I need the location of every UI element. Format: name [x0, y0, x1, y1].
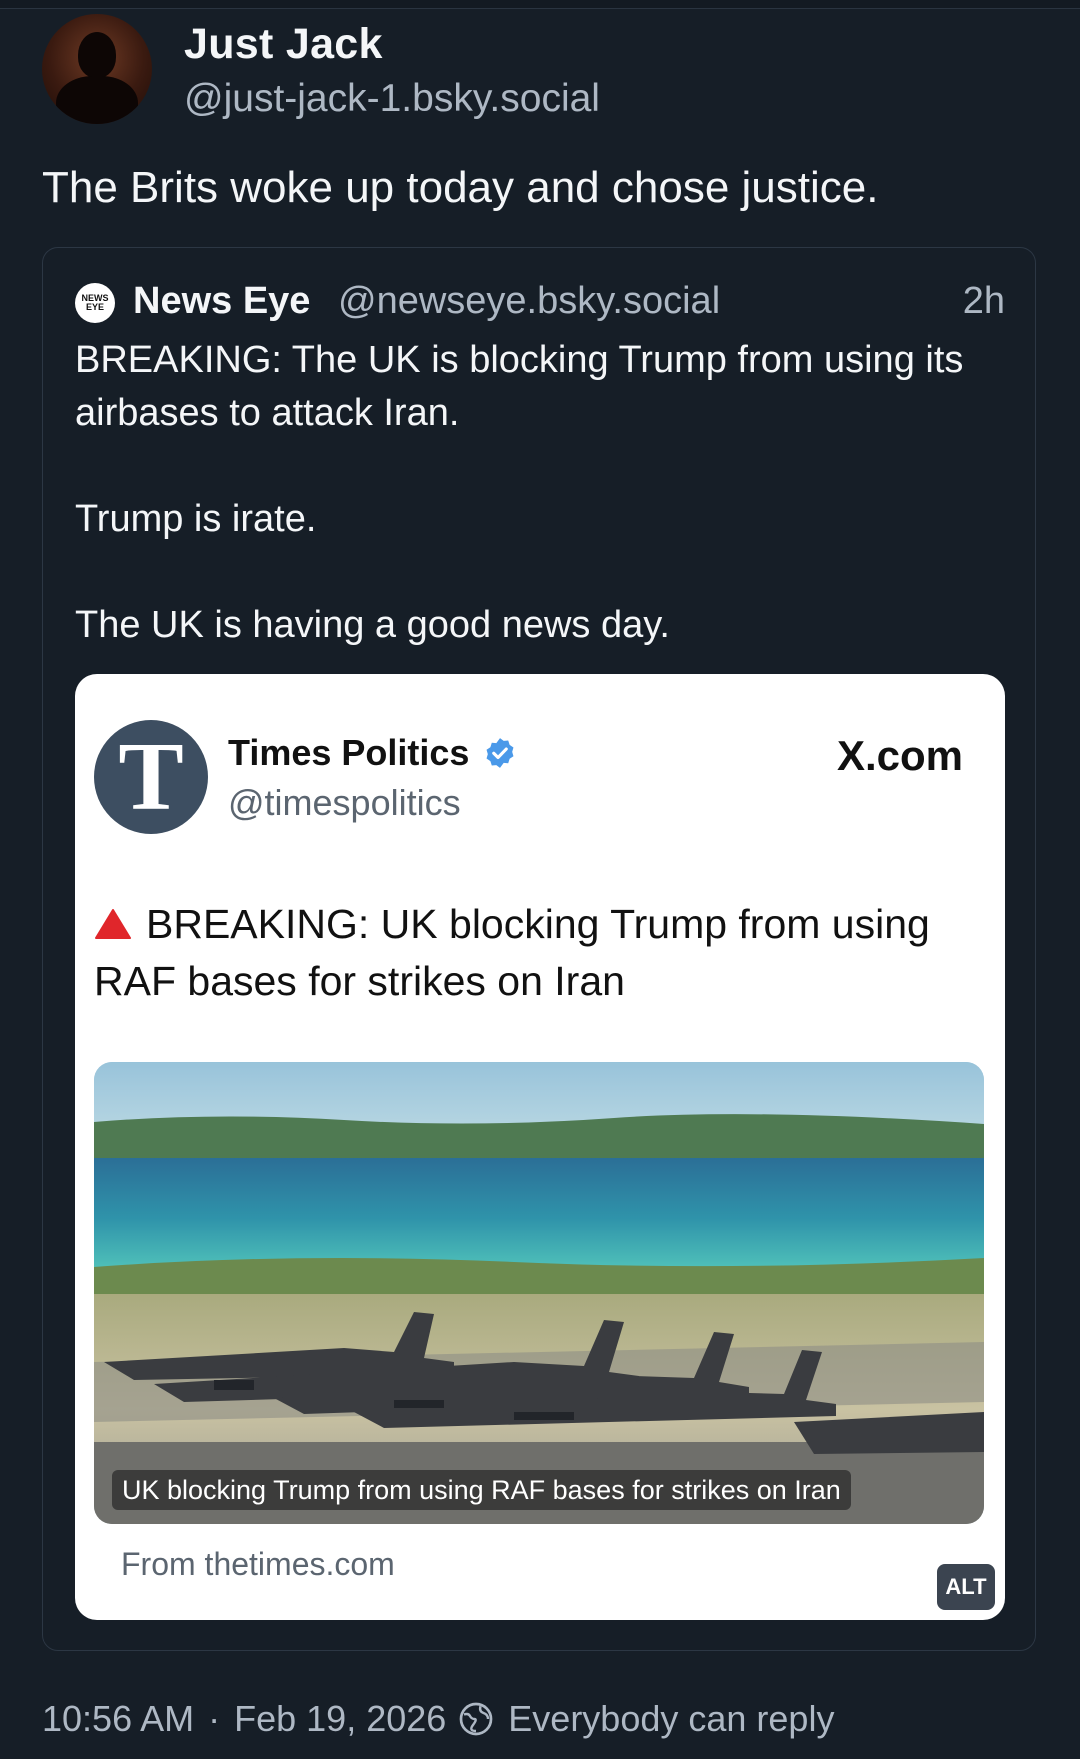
alt-text-button[interactable]: ALT [937, 1564, 995, 1610]
post-text: The Brits woke up today and chose justic… [42, 163, 879, 212]
quoted-post[interactable]: NEWS EYE News Eye @newseye.bsky.social 2… [42, 247, 1036, 1651]
embed-headline: BREAKING: UK blocking Trump from using R… [94, 896, 974, 1010]
globe-icon [459, 1702, 493, 1736]
embed-account-handle: @timespolitics [228, 782, 461, 823]
embedded-screenshot-card[interactable]: T Times Politics @timespolitics X.com BR… [75, 674, 1005, 1620]
embed-headline-text: BREAKING: UK blocking Trump from using R… [94, 901, 930, 1004]
author-avatar[interactable] [42, 14, 152, 124]
author-handle[interactable]: @just-jack-1.bsky.social [184, 77, 600, 121]
bombers-photo-illustration [94, 1062, 984, 1524]
times-logo: T [94, 720, 208, 834]
verified-badge-icon [486, 738, 514, 768]
quoted-author-handle[interactable]: @newseye.bsky.social [338, 280, 720, 323]
quoted-post-text: BREAKING: The UK is blocking Trump from … [75, 334, 1015, 705]
post-date: Feb 19, 2026 [234, 1698, 447, 1739]
embed-source-link[interactable]: From thetimes.com [121, 1546, 395, 1583]
site-badge: X.com [836, 732, 963, 779]
post-time: 10:56 AM [42, 1698, 195, 1739]
quoted-author-name[interactable]: News Eye [133, 280, 310, 323]
reply-setting[interactable]: Everybody can reply [508, 1698, 834, 1740]
meta-separator: · [208, 1698, 221, 1739]
quoted-paragraph: The UK is having a good news day. [75, 604, 670, 646]
red-triangle-icon [95, 909, 131, 939]
embed-account-name: Times Politics [228, 732, 470, 773]
bombers-photo[interactable]: UK blocking Trump from using RAF bases f… [94, 1062, 984, 1524]
news-eye-logo-text-bottom: EYE [85, 302, 104, 312]
quoted-paragraph: BREAKING: The UK is blocking Trump from … [75, 339, 964, 434]
quoted-paragraph: Trump is irate. [75, 498, 317, 540]
quoted-post-age: 2h [962, 280, 1005, 322]
avatar-silhouette-body [56, 76, 138, 124]
avatar-silhouette-head [78, 32, 116, 78]
news-eye-logo: NEWS EYE [75, 283, 115, 323]
image-caption: UK blocking Trump from using RAF bases f… [112, 1470, 851, 1510]
post: Just Jack @just-jack-1.bsky.social The B… [0, 0, 1080, 1759]
post-meta: 10:56 AM · Feb 19, 2026 Everybody can re… [42, 1698, 834, 1740]
author-display-name[interactable]: Just Jack [184, 20, 383, 69]
